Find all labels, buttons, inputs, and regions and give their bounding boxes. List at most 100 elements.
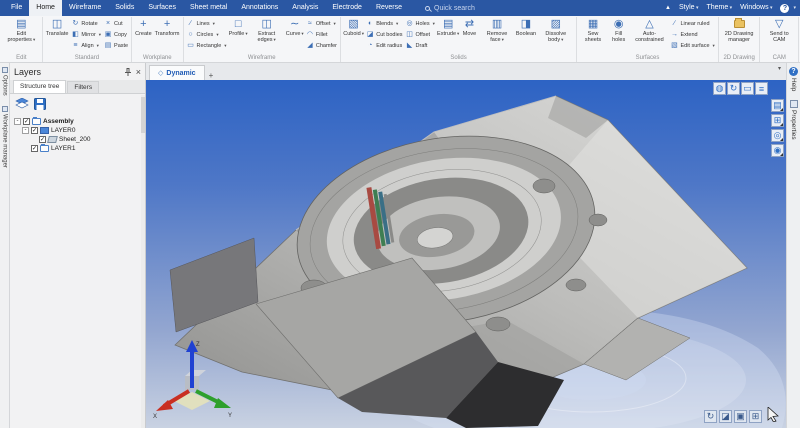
menu-wireframe[interactable]: Wireframe xyxy=(62,0,108,16)
orbit-icon[interactable]: ↻ xyxy=(704,410,717,423)
ribbon-button-linear-ruled[interactable]: ∕Linear ruled xyxy=(669,19,715,29)
ribbon-button-align[interactable]: ≡Align▾ xyxy=(70,41,102,51)
chevron-down-icon: ▾ xyxy=(433,21,435,27)
ribbon-button-cut[interactable]: ×Cut xyxy=(103,19,129,29)
menu-file[interactable]: File xyxy=(4,0,29,16)
checkbox-icon[interactable]: ✓ xyxy=(23,118,30,125)
ribbon-button-edit-surface[interactable]: ▧Edit surface▾ xyxy=(669,41,715,51)
regen-icon[interactable]: ◉ xyxy=(771,144,784,157)
pin-icon[interactable] xyxy=(124,68,132,76)
viewport-3d[interactable]: Z X Y ◍↻▭≡ ▤⊞◎◉ ↻◪▣⊞ xyxy=(146,80,786,428)
ribbon-button-cut-bodies[interactable]: ◪Cut bodies xyxy=(365,30,403,40)
ribbon-button-cuboid[interactable]: ▧Cuboid▾ xyxy=(343,17,364,38)
ribbon-button-chamfer[interactable]: ◢Chamfer xyxy=(305,41,338,51)
checkbox-icon[interactable]: ✓ xyxy=(31,127,38,134)
rotate-view-icon[interactable]: ↻ xyxy=(727,82,740,95)
ribbon-button-paste[interactable]: ▤Paste xyxy=(103,41,129,51)
tree-item-sheet-200[interactable]: ✓Sheet_200 xyxy=(12,135,143,144)
ribbon-button-profile[interactable]: □Profile▾ xyxy=(229,17,248,38)
menu-electrode[interactable]: Electrode xyxy=(325,0,369,16)
tabbar-caret-icon[interactable]: ▾ xyxy=(778,65,781,72)
cut-bodies-icon: ◪ xyxy=(366,31,374,39)
save-layers-icon[interactable] xyxy=(34,98,46,110)
menu-style[interactable]: Style ▾ xyxy=(675,0,702,16)
ribbon-button-extend[interactable]: →Extend xyxy=(669,30,715,40)
panel-scrollbar[interactable] xyxy=(141,95,145,428)
ribbon-button-dissolve-body[interactable]: ▨Dissolve body▾ xyxy=(537,17,574,44)
zoom-box-icon[interactable]: ▣ xyxy=(734,410,747,423)
menu-theme[interactable]: Theme ▾ xyxy=(702,0,736,16)
checkbox-icon[interactable]: ✓ xyxy=(31,145,38,152)
ribbon-button-create[interactable]: +Create xyxy=(134,17,153,38)
pan-icon[interactable]: ◪ xyxy=(719,410,732,423)
ribbon-button-rotate[interactable]: ↻Rotate xyxy=(70,19,102,29)
menu-reverse[interactable]: Reverse xyxy=(369,0,409,16)
window-icon[interactable]: ▭ xyxy=(741,82,754,95)
ribbon-button-fillet[interactable]: ◠Fillet xyxy=(305,30,338,40)
ribbon-button-extrude[interactable]: ▤Extrude▾ xyxy=(437,17,460,38)
ribbon-button-send-to-cam[interactable]: ▽Send to CAM xyxy=(762,17,796,44)
tab-filters[interactable]: Filters xyxy=(67,81,99,93)
tab-dynamic[interactable]: ◇ Dynamic xyxy=(149,65,205,80)
ribbon-button-2d-drawing-manager[interactable]: 2D Drawing manager xyxy=(721,17,758,44)
ribbon-button-move[interactable]: ⇄Move xyxy=(460,17,478,38)
layer-states-icon[interactable] xyxy=(15,98,29,110)
config-gear-icon[interactable]: ◎ xyxy=(771,129,784,142)
help-icon[interactable]: ? xyxy=(780,4,789,13)
ribbon-button-draft[interactable]: ◣Draft xyxy=(405,41,436,51)
ribbon-button-rectangle[interactable]: ▭Rectangle▾ xyxy=(186,41,228,51)
menu-icon[interactable]: ≡ xyxy=(755,82,768,95)
ribbon-button-extract-edges[interactable]: ◫Extract edges▾ xyxy=(249,17,285,44)
grid-settings-icon[interactable]: ⊞ xyxy=(771,114,784,127)
collapse-expander-icon[interactable]: - xyxy=(22,127,29,134)
workplane-manager-icon xyxy=(2,106,8,112)
close-icon[interactable]: × xyxy=(136,68,141,76)
menu-analysis[interactable]: Analysis xyxy=(285,0,325,16)
ribbon-button-boolean[interactable]: ◨Boolean xyxy=(516,17,537,38)
visual-manager-icon[interactable]: ▤ xyxy=(771,99,784,112)
new-tab-button[interactable]: + xyxy=(205,71,218,80)
ribbon-button-holes[interactable]: ◎Holes▾ xyxy=(405,19,436,29)
blends-icon: ◐ xyxy=(366,20,374,28)
ribbon-button-blends[interactable]: ◐Blends▾ xyxy=(365,19,403,29)
ribbon-button-curve[interactable]: ∼Curve▾ xyxy=(286,17,304,38)
view-toolbar-top: ◍↻▭≡ xyxy=(713,82,768,95)
sidebar-tab-help[interactable]: ? Help xyxy=(789,65,798,93)
ribbon-button-translate[interactable]: ◫Translate xyxy=(45,17,70,38)
ribbon-button-auto-constrained[interactable]: △Auto-constrained xyxy=(630,17,668,44)
menu-solids[interactable]: Solids xyxy=(108,0,141,16)
ribbon-button-remove-face[interactable]: ▥Remove face▾ xyxy=(479,17,514,44)
tree-item-layer0[interactable]: -✓LAYER0 xyxy=(12,126,143,135)
sidebar-tab-properties[interactable]: Properties xyxy=(790,98,798,142)
help-caret-icon[interactable]: ▾ xyxy=(793,5,796,11)
sidebar-tab-workplane-manager[interactable]: Workplane manager xyxy=(2,103,8,171)
ribbon-collapse-icon[interactable]: ▲ xyxy=(662,5,674,11)
ribbon-button-offset[interactable]: ◫Offset xyxy=(405,30,436,40)
ribbon-button-edit-properties[interactable]: ▤Edit properties▾ xyxy=(3,17,40,44)
ribbon-button-circles[interactable]: ○Circles▾ xyxy=(186,30,228,40)
ribbon-button-label: Align xyxy=(81,43,93,49)
tree-item-assembly[interactable]: -✓Assembly xyxy=(12,117,143,126)
ribbon-button-mirror[interactable]: ◧Mirror▾ xyxy=(70,30,102,40)
tab-structure-tree[interactable]: Structure tree xyxy=(13,80,66,93)
menu-windows[interactable]: Windows ▾ xyxy=(736,0,776,16)
menu-annotations[interactable]: Annotations xyxy=(234,0,285,16)
ribbon-button-transform[interactable]: +Transform xyxy=(154,17,181,38)
checkbox-icon[interactable]: ✓ xyxy=(39,136,46,143)
ribbon-button-offset[interactable]: ≈Offset▾ xyxy=(305,19,338,29)
menu-sheet-metal[interactable]: Sheet metal xyxy=(183,0,234,16)
ribbon-button-fill-holes[interactable]: ◉Fill holes xyxy=(608,17,630,44)
properties-icon xyxy=(790,100,798,108)
ribbon-button-edit-radius[interactable]: ◔Edit radius xyxy=(365,41,403,51)
quick-search[interactable]: Quick search xyxy=(425,5,475,12)
multi-view-icon[interactable]: ⊞ xyxy=(749,410,762,423)
menu-surfaces[interactable]: Surfaces xyxy=(141,0,183,16)
ribbon-button-lines[interactable]: ∕Lines▾ xyxy=(186,19,228,29)
ribbon-button-sew-sheets[interactable]: ▦Sew sheets xyxy=(579,17,607,44)
sidebar-tab-options[interactable]: Options xyxy=(2,64,8,99)
view-sphere-icon[interactable]: ◍ xyxy=(713,82,726,95)
menu-home[interactable]: Home xyxy=(29,0,62,16)
collapse-expander-icon[interactable]: - xyxy=(14,118,21,125)
tree-item-layer1[interactable]: ✓LAYER1 xyxy=(12,144,143,153)
ribbon-button-copy[interactable]: ▣Copy xyxy=(103,30,129,40)
